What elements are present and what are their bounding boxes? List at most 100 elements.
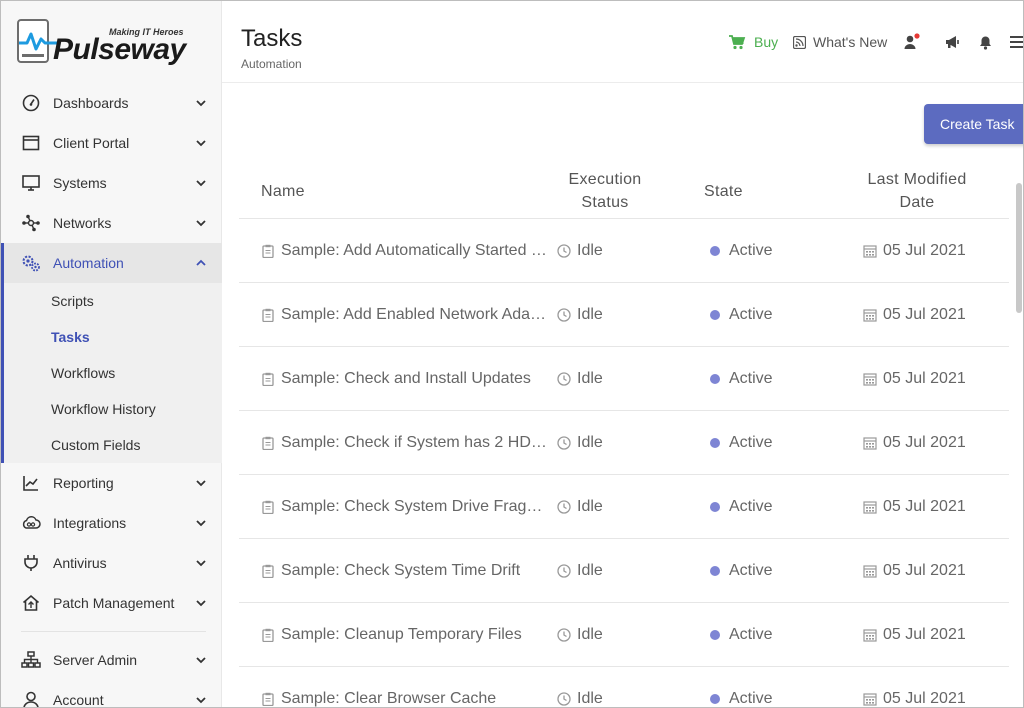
page-header: Tasks Automation Buy What's New: [222, 1, 1023, 83]
state-cell: Active: [710, 411, 773, 475]
column-last-modified[interactable]: Last Modified Date: [847, 163, 987, 219]
chevron-up-icon: [196, 259, 206, 266]
task-name-cell[interactable]: Sample: Check System Time Drift: [261, 539, 547, 603]
state-dot: [710, 246, 720, 256]
pulseway-logo[interactable]: Making IT Heroes Pulseway: [17, 17, 207, 67]
scrollbar[interactable]: [1015, 165, 1023, 707]
execution-status-cell: Idle: [557, 283, 603, 347]
clock-icon: [557, 692, 571, 706]
sidebar-item-networks[interactable]: Networks: [1, 203, 222, 243]
table-row[interactable]: Sample: Cleanup Temporary Files Idle Act…: [239, 603, 1009, 667]
clipboard-icon: [262, 244, 274, 258]
subitem-tasks[interactable]: Tasks: [1, 319, 222, 355]
sidebar-item-label: Client Portal: [53, 135, 130, 151]
sidebar-item-client-portal[interactable]: Client Portal: [1, 123, 222, 163]
subitem-workflows[interactable]: Workflows: [1, 355, 222, 391]
execution-status-cell: Idle: [557, 475, 603, 539]
breadcrumb[interactable]: Automation: [241, 57, 302, 71]
sitemap-icon: [21, 650, 41, 670]
execution-status-cell: Idle: [557, 667, 603, 707]
sidebar-item-label: Server Admin: [53, 652, 138, 668]
last-modified-date: 05 Jul 2021: [883, 306, 966, 323]
column-execution-status[interactable]: Execution Status: [545, 163, 665, 219]
user-icon: [21, 690, 41, 707]
chevron-down-icon: [196, 657, 206, 664]
bell-icon[interactable]: [976, 33, 994, 51]
user-notifications-icon[interactable]: [903, 33, 921, 51]
table-row[interactable]: Sample: Add Automatically Started Servic…: [239, 219, 1009, 283]
task-name-cell[interactable]: Sample: Cleanup Temporary Files: [261, 603, 547, 667]
state-cell: Active: [710, 475, 773, 539]
create-task-button[interactable]: Create Task: [924, 104, 1023, 144]
chevron-down-icon: [196, 140, 206, 147]
clipboard-icon: [262, 308, 274, 322]
task-name-cell[interactable]: Sample: Clear Browser Cache: [261, 667, 547, 707]
task-name-cell[interactable]: Sample: Add Automatically Started Servic…: [261, 219, 547, 283]
chevron-down-icon: [196, 220, 206, 227]
task-name-cell[interactable]: Sample: Check and Install Updates: [261, 347, 547, 411]
task-name-cell[interactable]: Sample: Add Enabled Network Adapters: [261, 283, 547, 347]
task-name: Sample: Check System Drive Fragmentation: [281, 498, 547, 515]
state-dot: [710, 502, 720, 512]
column-execution-line1: Execution: [568, 171, 642, 188]
sidebar-item-label: Networks: [53, 215, 112, 231]
table-row[interactable]: Sample: Check System Time Drift Idle Act…: [239, 539, 1009, 603]
monitor-icon: [21, 173, 41, 193]
date-cell: 05 Jul 2021: [863, 283, 966, 347]
table-row[interactable]: Sample: Clear Browser Cache Idle Active …: [239, 667, 1009, 707]
task-name-cell[interactable]: Sample: Check if System has 2 HDDs: [261, 411, 547, 475]
clipboard-icon: [262, 692, 274, 706]
last-modified-date: 05 Jul 2021: [883, 498, 966, 515]
task-name-cell[interactable]: Sample: Check System Drive Fragmentation: [261, 475, 547, 539]
clock-icon: [557, 500, 571, 514]
gauge-icon: [21, 93, 41, 113]
subitem-scripts[interactable]: Scripts: [1, 283, 222, 319]
whats-new-label: What's New: [813, 34, 888, 50]
sidebar-item-dashboards[interactable]: Dashboards: [1, 83, 222, 123]
table-row[interactable]: Sample: Check if System has 2 HDDs Idle …: [239, 411, 1009, 475]
last-modified-date: 05 Jul 2021: [883, 562, 966, 579]
task-state: Active: [729, 306, 773, 323]
task-state: Active: [729, 626, 773, 643]
sidebar-item-label: Systems: [53, 175, 107, 191]
house-up-icon: [21, 593, 41, 613]
sidebar-item-systems[interactable]: Systems: [1, 163, 222, 203]
scrollbar-thumb[interactable]: [1016, 183, 1022, 313]
app-window: Making IT Heroes Pulseway Dashboards Cli…: [0, 0, 1024, 708]
subitem-workflow-history[interactable]: Workflow History: [1, 391, 222, 427]
calendar-icon: [863, 309, 877, 322]
sidebar-item-patch-management[interactable]: Patch Management: [1, 583, 222, 623]
table-row[interactable]: Sample: Check System Drive Fragmentation…: [239, 475, 1009, 539]
table-row[interactable]: Sample: Add Enabled Network Adapters Idl…: [239, 283, 1009, 347]
clipboard-icon: [262, 500, 274, 514]
sidebar-item-label: Patch Management: [53, 595, 175, 611]
sidebar-item-automation[interactable]: Automation: [1, 243, 222, 283]
megaphone-icon[interactable]: [943, 33, 961, 51]
subitem-custom-fields[interactable]: Custom Fields: [1, 427, 222, 463]
column-state[interactable]: State: [704, 163, 743, 219]
sidebar-item-reporting[interactable]: Reporting: [1, 463, 222, 503]
whats-new-link[interactable]: What's New: [793, 34, 887, 50]
execution-status-cell: Idle: [557, 603, 603, 667]
execution-status-cell: Idle: [557, 539, 603, 603]
calendar-icon: [863, 373, 877, 386]
buy-link[interactable]: Buy: [728, 34, 778, 50]
column-date-line1: Last Modified: [867, 171, 967, 188]
sidebar-nav: Dashboards Client Portal Systems Network…: [1, 83, 222, 708]
sidebar-item-account[interactable]: Account: [1, 680, 222, 708]
task-name: Sample: Clear Browser Cache: [281, 690, 497, 707]
sidebar-item-label: Integrations: [53, 515, 127, 531]
clipboard-icon: [262, 372, 274, 386]
sidebar: Making IT Heroes Pulseway Dashboards Cli…: [1, 1, 222, 708]
sidebar-item-label: Dashboards: [53, 95, 129, 111]
hamburger-menu-icon[interactable]: [1008, 33, 1023, 51]
sidebar-item-label: Account: [53, 692, 104, 708]
sidebar-item-integrations[interactable]: Integrations: [1, 503, 222, 543]
task-name: Sample: Cleanup Temporary Files: [281, 626, 522, 643]
column-name[interactable]: Name: [261, 163, 305, 219]
sidebar-item-server-admin[interactable]: Server Admin: [1, 640, 222, 680]
sidebar-item-antivirus[interactable]: Antivirus: [1, 543, 222, 583]
table-row[interactable]: Sample: Check and Install Updates Idle A…: [239, 347, 1009, 411]
tasks-table: Name Execution Status State Last Modifie…: [239, 163, 1009, 707]
chevron-down-icon: [196, 520, 206, 527]
